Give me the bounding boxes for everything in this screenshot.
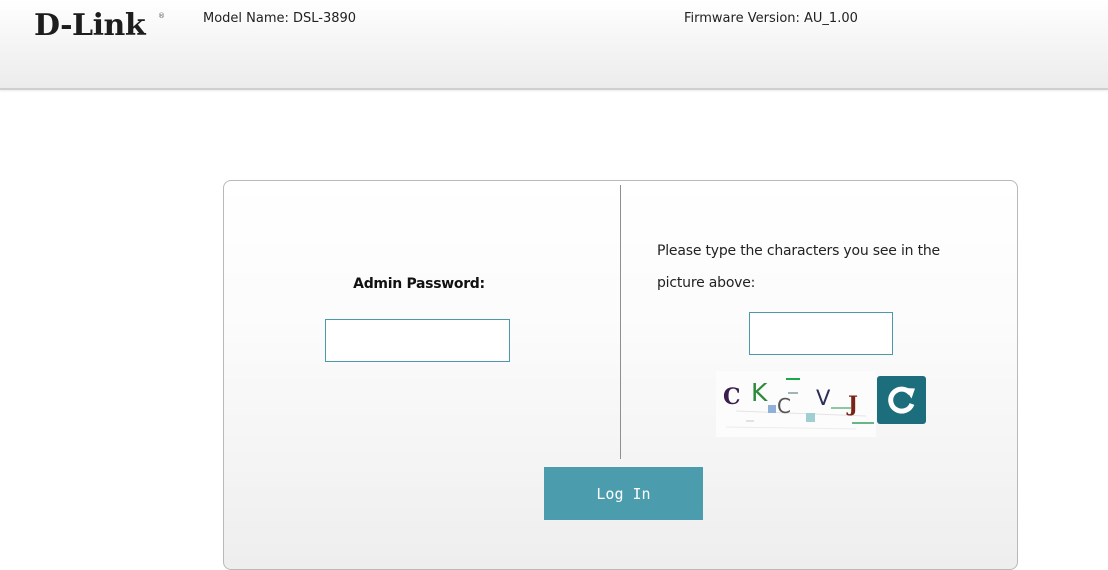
captcha-char: J [846,391,858,416]
captcha-refresh-button[interactable] [877,376,926,424]
captcha-input[interactable] [749,312,893,355]
captcha-instruction: Please type the characters you see in th… [657,243,940,291]
admin-password-label: Admin Password: [353,276,485,292]
captcha-char: V [816,386,831,410]
admin-password-input[interactable] [325,319,510,362]
refresh-icon [888,386,915,414]
dlink-logo: D-Link [34,8,146,43]
registered-mark: ® [158,12,165,20]
captcha-noise-square [806,413,815,422]
login-panel: Admin Password: Please type the characte… [223,180,1018,570]
header-bar: D-Link ® Model Name: DSL-3890 Firmware V… [0,0,1108,90]
login-button[interactable]: Log In [544,467,703,520]
captcha-noise-square [768,405,776,413]
captcha-char: C [777,394,791,418]
captcha-char: K [751,378,768,407]
captcha-char: C [723,384,741,410]
panel-divider [620,185,621,459]
captcha-image: C K C V J [716,371,876,437]
model-name: Model Name: DSL-3890 [203,11,357,26]
firmware-version: Firmware Version: AU_1.00 [684,11,858,26]
